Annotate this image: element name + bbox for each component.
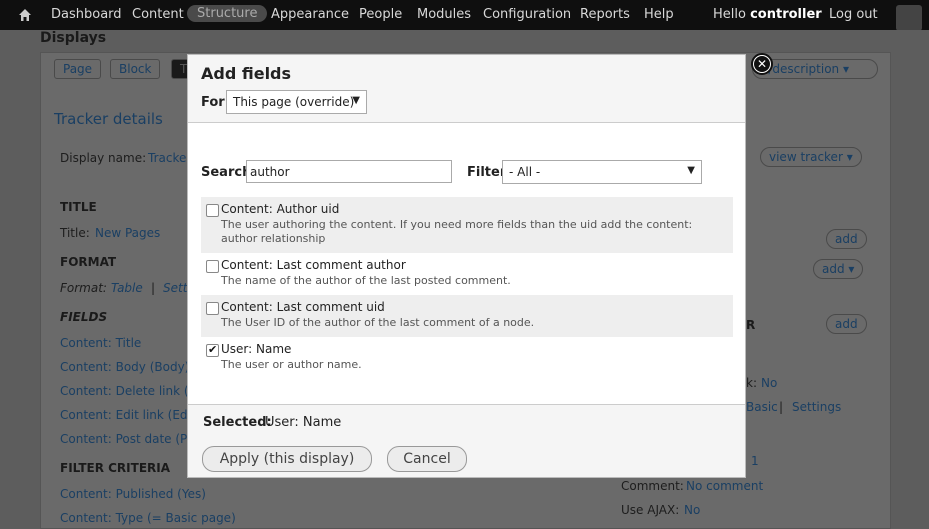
display-name-label: Display name: <box>60 151 147 165</box>
add-dropdown-label: add <box>822 262 845 276</box>
tab-block[interactable]: Block <box>110 59 161 79</box>
setting-value[interactable]: No <box>761 376 777 390</box>
format-section-head: FORMAT <box>60 255 117 269</box>
field-option[interactable]: Content: Last comment uid The User ID of… <box>201 295 733 337</box>
for-select[interactable]: This page (override) ▼ <box>226 90 367 114</box>
ajax-value[interactable]: No <box>684 503 700 517</box>
field-checkbox[interactable] <box>206 204 219 217</box>
format-value[interactable]: Table <box>111 281 143 295</box>
menu-help[interactable]: Help <box>644 7 674 22</box>
field-name: User: Name <box>221 342 292 356</box>
field-item[interactable]: Content: Body (Body) <box>60 360 189 374</box>
section-head-fragment: R <box>746 318 756 332</box>
field-item[interactable]: Content: Title <box>60 336 141 350</box>
tracker-details-toggle[interactable]: Tracker details <box>54 110 163 128</box>
field-checkbox[interactable] <box>206 302 219 315</box>
menu-configuration[interactable]: Configuration <box>483 7 571 22</box>
field-description: The user or author name. <box>221 358 362 371</box>
search-label: Search <box>201 165 252 180</box>
add-fields-dialog: Add fields For This page (override) ▼ ✕ … <box>187 53 773 478</box>
field-item[interactable]: Content: Post date (Po <box>60 432 194 446</box>
menu-people[interactable]: People <box>359 7 402 22</box>
field-option[interactable]: Content: Last comment author The name of… <box>201 253 733 295</box>
field-description: The User ID of the author of the last co… <box>221 316 535 329</box>
setting-label-fragment: k: <box>746 376 757 390</box>
tab-page[interactable]: Page <box>54 59 102 79</box>
selected-value: User: Name <box>265 415 342 430</box>
logout-link[interactable]: Log out <box>829 7 878 22</box>
format-separator: | <box>151 281 156 295</box>
field-name: Content: Author uid <box>221 202 340 216</box>
close-button[interactable]: ✕ <box>751 53 773 75</box>
add-button[interactable]: add <box>826 314 867 334</box>
field-item[interactable]: Content: Edit link (Edi <box>60 408 191 422</box>
separator: | <box>779 400 784 414</box>
number-link[interactable]: 1 <box>751 454 759 468</box>
toolbar-toggle-button[interactable] <box>896 5 922 31</box>
field-option[interactable]: User: Name The user or author name. <box>201 337 733 379</box>
format-label: Format: <box>60 281 107 295</box>
field-name: Content: Last comment uid <box>221 300 385 314</box>
field-option[interactable]: Content: Author uid The user authoring t… <box>201 197 733 253</box>
for-select-value: This page (override) <box>233 95 355 109</box>
comment-label: Comment: <box>621 479 684 493</box>
filter-item[interactable]: Content: Published (Yes) <box>60 487 206 501</box>
dialog-title: Add fields <box>201 64 292 83</box>
settings-link[interactable]: Settings <box>792 400 841 414</box>
comment-value[interactable]: No comment <box>686 479 763 493</box>
add-button[interactable]: add <box>826 229 867 249</box>
title-label: Title: <box>60 226 90 240</box>
dialog-footer: Selected: User: Name Apply (this display… <box>188 404 745 477</box>
menu-reports[interactable]: Reports <box>580 7 630 22</box>
cancel-button[interactable]: Cancel <box>387 446 467 472</box>
dropdown-arrow-icon: ▼ <box>352 95 360 106</box>
admin-toolbar: Dashboard Content Structure Appearance P… <box>0 0 929 31</box>
menu-appearance[interactable]: Appearance <box>271 7 349 22</box>
ajax-label: Use AJAX: <box>621 503 680 517</box>
field-checkbox-checked[interactable] <box>206 343 219 357</box>
home-icon[interactable] <box>18 8 32 22</box>
field-item[interactable]: Content: Delete link (D <box>60 384 198 398</box>
add-dropdown-button[interactable]: add ▾ <box>813 259 864 279</box>
search-input[interactable] <box>246 160 452 183</box>
hello-prefix: Hello <box>713 7 746 22</box>
menu-content[interactable]: Content <box>132 7 184 22</box>
view-tracker-label: view tracker <box>769 150 843 164</box>
title-value[interactable]: New Pages <box>95 226 160 240</box>
username[interactable]: controller <box>750 7 822 22</box>
for-label: For <box>201 95 225 110</box>
view-tracker-button[interactable]: view tracker ▾ <box>760 147 862 167</box>
menu-dashboard[interactable]: Dashboard <box>51 7 122 22</box>
dropdown-arrow-icon: ▼ <box>687 165 695 176</box>
format-settings[interactable]: Sett <box>163 281 187 295</box>
filter-item[interactable]: Content: Type (= Basic page) <box>60 511 236 525</box>
title-section-head: TITLE <box>60 200 97 214</box>
menu-structure[interactable]: Structure <box>187 5 268 22</box>
dialog-header: Add fields For This page (override) ▼ <box>188 55 745 123</box>
filter-select-value: - All - <box>509 165 541 179</box>
field-name: Content: Last comment author <box>221 258 406 272</box>
apply-button[interactable]: Apply (this display) <box>202 446 372 472</box>
filter-criteria-head: FILTER CRITERIA <box>60 461 171 475</box>
menu-modules[interactable]: Modules <box>417 7 471 22</box>
field-description: The user authoring the content. If you n… <box>221 218 693 245</box>
display-name-value[interactable]: Tracke <box>148 151 186 165</box>
close-icon: ✕ <box>754 56 770 72</box>
filter-select[interactable]: - All - ▼ <box>502 160 702 184</box>
filter-label: Filter <box>467 165 507 180</box>
hello-user: Hello controller <box>713 7 822 22</box>
field-description: The name of the author of the last poste… <box>221 274 511 287</box>
fields-section-head: FIELDS <box>60 310 108 324</box>
basic-link[interactable]: Basic <box>746 400 778 414</box>
selected-label: Selected: <box>203 415 272 430</box>
field-checkbox[interactable] <box>206 260 219 273</box>
page-heading: Displays <box>40 30 107 46</box>
